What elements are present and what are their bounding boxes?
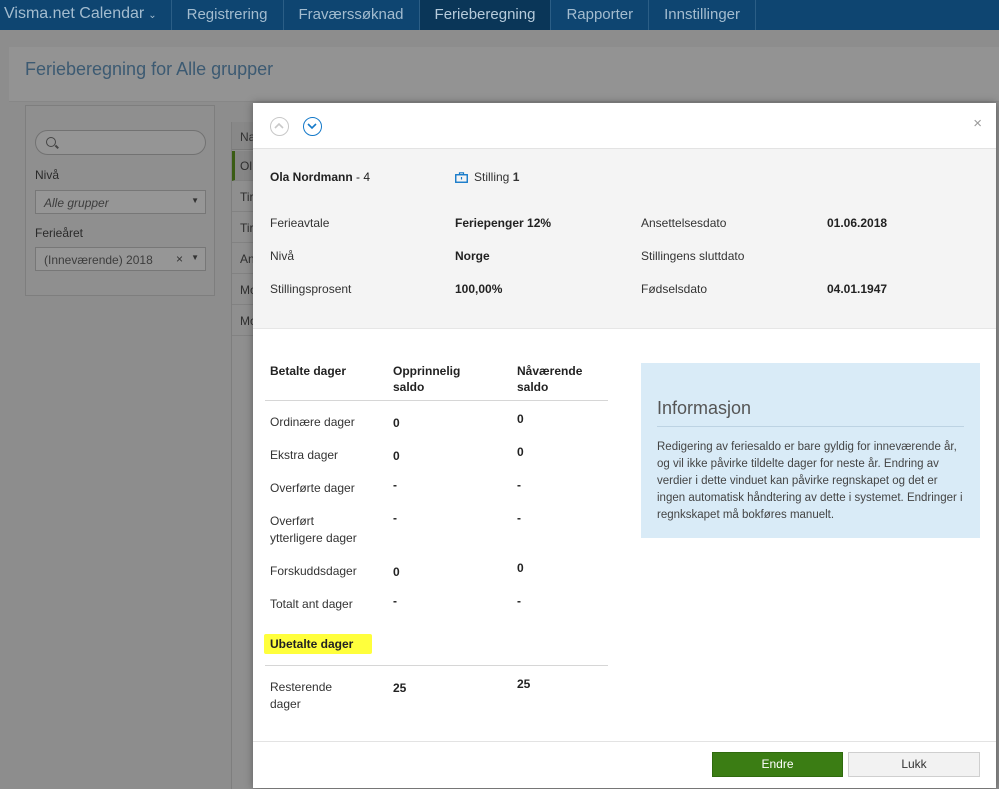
close-icon[interactable]: ×	[973, 115, 982, 132]
search-icon	[46, 137, 56, 147]
row-original-ordinary: 0	[393, 416, 400, 430]
row-current-transferred-additional: -	[517, 511, 521, 525]
edit-button[interactable]: Endre	[712, 752, 843, 777]
unpaid-days-heading: Ubetalte dager	[270, 637, 354, 651]
column-header-current-balance: Nåværende saldo	[517, 364, 583, 394]
year-select[interactable]: (Inneværende) 2018 × ▼	[35, 247, 206, 271]
ferieavtale-value: Feriepenger 12%	[455, 216, 552, 230]
row-label-transferred-additional: Overført ytterligere dager	[270, 514, 357, 545]
caret-down-icon: ▼	[191, 196, 199, 205]
information-title: Informasjon	[657, 398, 752, 418]
position-number: 1	[512, 170, 520, 184]
chevron-down-icon: ⌄	[148, 10, 157, 21]
column-header-original-balance: Opprinnelig saldo	[393, 364, 461, 394]
row-original-total: -	[393, 594, 397, 608]
nav-ferieberegning[interactable]: Ferieberegning	[419, 0, 552, 30]
employee-info: Ola Nordmann - 4 Stilling 1 Ferieavtale …	[253, 149, 996, 329]
dialog-header: ×	[253, 103, 996, 149]
nav-innstillinger[interactable]: Innstillinger	[649, 0, 757, 30]
row-label-transferred: Overførte dager	[270, 481, 355, 495]
caret-down-icon: ▼	[191, 253, 199, 262]
unpaid-divider	[265, 665, 608, 666]
row-original-extra: 0	[393, 449, 400, 463]
page-header: Ferieberegning for Alle grupper	[9, 47, 999, 102]
information-text: Redigering av feriesaldo er bare gyldig …	[657, 441, 963, 521]
information-divider	[657, 426, 964, 427]
information-panel: Informasjon Redigering av feriesaldo er …	[641, 363, 980, 538]
level-select-value: Alle grupper	[44, 196, 109, 210]
stillingsprosent-label: Stillingsprosent	[270, 282, 352, 296]
level-label: Nivå	[35, 168, 60, 182]
row-current-transferred: -	[517, 478, 521, 492]
previous-employee-icon[interactable]	[270, 117, 289, 136]
row-current-extra: 0	[517, 445, 524, 459]
row-current-total: -	[517, 594, 521, 608]
ansettelsesdato-label: Ansettelsesdato	[641, 216, 727, 230]
clear-icon[interactable]: ×	[176, 252, 183, 266]
employee-name-text: Ola Nordmann	[270, 170, 353, 184]
level-select[interactable]: Alle grupper ▼	[35, 190, 206, 214]
fodselsdato-value: 04.01.1947	[827, 282, 888, 296]
row-label-remaining: Resterende dager	[270, 680, 333, 711]
nav-registrering[interactable]: Registrering	[172, 0, 284, 30]
row-label-ordinary: Ordinære dager	[270, 415, 355, 429]
app-brand-label: Visma.net Calendar	[4, 5, 145, 22]
top-navigation: Visma.net Calendar ⌄ Registrering Fraværs…	[0, 0, 999, 30]
row-current-remaining: 25	[517, 677, 531, 691]
vacation-balance-dialog: × Ola Nordmann - 4 Stilling 1 Ferieavtal…	[253, 103, 996, 788]
briefcase-icon	[455, 172, 468, 183]
ferieavtale-label: Ferieavtale	[270, 216, 330, 230]
employee-name: Ola Nordmann - 4	[270, 170, 370, 184]
row-original-transferred: -	[393, 478, 397, 492]
row-label-advance: Forskuddsdager	[270, 564, 357, 578]
employee-number: - 4	[352, 170, 371, 184]
position-text: Stilling	[474, 170, 513, 184]
sluttdato-label: Stillingens sluttdato	[641, 249, 745, 263]
filter-panel: Nivå Alle grupper ▼ Ferieåret (Inneværen…	[25, 105, 215, 296]
row-label-total: Totalt ant dager	[270, 597, 353, 611]
niva-value: Norge	[455, 249, 490, 263]
column-header-paid-days: Betalte dager	[270, 364, 347, 378]
nav-fravaerssoknad[interactable]: Fraværssøknad	[284, 0, 420, 30]
fodselsdato-label: Fødselsdato	[641, 282, 708, 296]
next-employee-icon[interactable]	[303, 117, 322, 136]
position-label: Stilling 1	[455, 170, 519, 184]
stillingsprosent-value: 100,00%	[455, 282, 503, 296]
dialog-footer: Endre Lukk	[253, 741, 996, 788]
niva-label: Nivå	[270, 249, 295, 263]
row-original-remaining: 25	[393, 681, 407, 695]
close-button[interactable]: Lukk	[848, 752, 980, 777]
ansettelsesdato-value: 01.06.2018	[827, 216, 888, 230]
row-current-advance: 0	[517, 561, 524, 575]
app-brand-menu[interactable]: Visma.net Calendar ⌄	[0, 0, 172, 30]
page-title: Ferieberegning for Alle grupper	[25, 59, 274, 79]
header-divider	[265, 400, 608, 401]
year-select-value: (Inneværende) 2018	[44, 253, 153, 267]
row-original-transferred-additional: -	[393, 511, 397, 525]
row-original-advance: 0	[393, 565, 400, 579]
row-current-ordinary: 0	[517, 412, 524, 426]
search-input[interactable]	[35, 130, 206, 155]
year-label: Ferieåret	[35, 226, 84, 240]
row-label-extra: Ekstra dager	[270, 448, 339, 462]
nav-rapporter[interactable]: Rapporter	[551, 0, 650, 30]
